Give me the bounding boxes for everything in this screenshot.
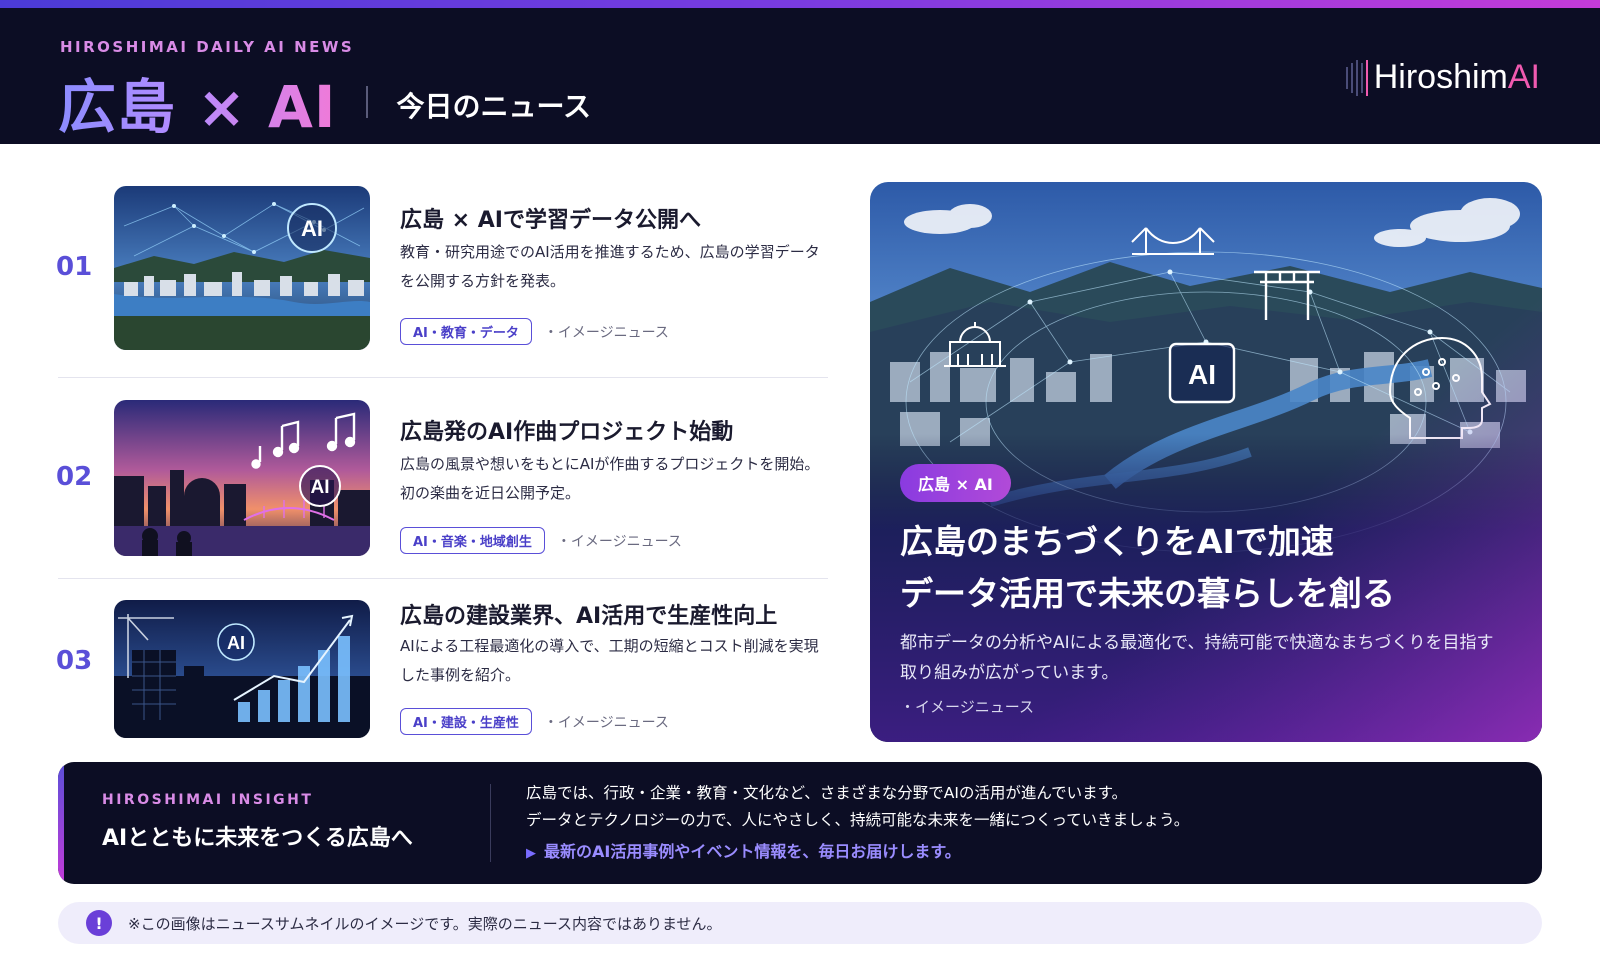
news-thumbnail-3[interactable]: AI [114, 600, 370, 738]
news-item-1[interactable]: 01 AI 広島 × AIで学習データ公開へ 教育・研究用途でのAI活用を推進す… [56, 186, 828, 366]
news-number: 03 [56, 646, 93, 676]
disclaimer-text: ※この画像はニュースサムネイルのイメージです。実際のニュース内容ではありません。 [128, 914, 722, 933]
news-source: ・イメージニュース [556, 533, 682, 550]
header-kicker: HIROSHIMAI DAILY AI NEWS [60, 38, 355, 56]
insight-link[interactable]: ▶ 最新のAI活用事例やイベント情報を、毎日お届けします。 [526, 838, 961, 862]
news-meta: AI・音楽・地域創生 ・イメージニュース [400, 527, 682, 554]
disclaimer-notice: ! ※この画像はニュースサムネイルのイメージです。実際のニュース内容ではありませ… [58, 902, 1542, 944]
news-item-3[interactable]: 03 AI 広島の建設業界、AI活用で生産性向上 AIによる工程最適化の導入で、… [56, 600, 828, 740]
feature-title-line-2: データ活用で未来の暮らしを創る [900, 574, 1395, 613]
insight-divider [490, 784, 491, 862]
news-tag[interactable]: AI・建設・生産性 [400, 708, 532, 735]
news-title[interactable]: 広島の建設業界、AI活用で生産性向上 [400, 598, 777, 630]
page-title: 広島 × AI [58, 60, 336, 144]
news-title[interactable]: 広島 × AIで学習データ公開へ [400, 202, 701, 234]
news-separator [58, 377, 828, 378]
insight-title: AIとともに未来をつくる広島へ [102, 826, 413, 851]
feature-title[interactable]: 広島のまちづくりをAIで加速 データ活用で未来の暮らしを創る [900, 516, 1520, 620]
title-divider [366, 86, 369, 118]
insight-body-line-1: 広島では、行政・企業・教育・文化など、さまざまな分野でAIの活用が進んでいます。 [526, 784, 1128, 802]
news-number: 02 [56, 462, 93, 492]
news-tag[interactable]: AI・教育・データ [400, 318, 532, 345]
feature-category-pill[interactable]: 広島 × AI [900, 464, 1011, 502]
insight-link-text: 最新のAI活用事例やイベント情報を、毎日お届けします。 [544, 842, 961, 861]
insight-body: 広島では、行政・企業・教育・文化など、さまざまな分野でAIの活用が進んでいます。… [526, 780, 1516, 834]
news-tag[interactable]: AI・音楽・地域創生 [400, 527, 545, 554]
news-number: 01 [56, 252, 93, 282]
logo-bars-icon [1345, 59, 1368, 96]
news-description: AIによる工程最適化の導入で、工期の短縮とコスト削減を実現した事例を紹介。 [400, 637, 819, 684]
news-thumbnail-2[interactable]: AI [114, 400, 370, 556]
thumb-ai-badge: AI [227, 633, 245, 653]
news-separator [58, 578, 828, 579]
thumb-ai-badge: AI [301, 216, 323, 241]
news-title[interactable]: 広島発のAI作曲プロジェクト始動 [400, 414, 733, 446]
news-item-2[interactable]: 02 AI 広島発のAI作曲プロジェクト始動 広島の風景や想いをもとにAIが作曲… [56, 400, 828, 580]
news-description: 広島の風景や想いをもとにAIが作曲するプロジェクトを開始。初の楽曲を近日公開予定… [400, 455, 820, 502]
page-header: HIROSHIMAI DAILY AI NEWS 広島 × AI 今日のニュース… [0, 8, 1600, 144]
alert-icon: ! [86, 910, 112, 936]
insight-body-line-2: データとテクノロジーの力で、人にやさしく、持続可能な未来を一緒につくっていきまし… [526, 811, 1190, 829]
news-thumbnail-1[interactable]: AI [114, 186, 370, 350]
news-source: ・イメージニュース [543, 324, 669, 341]
news-description: 教育・研究用途でのAI活用を推進するため、広島の学習データを公開する方針を発表。 [400, 243, 820, 290]
insight-accent-bar [58, 762, 64, 884]
page-subtitle: 今日のニュース [396, 90, 592, 123]
play-arrow-icon: ▶ [526, 846, 536, 861]
top-gradient-bar [0, 0, 1600, 8]
headline: 広島 × AI 今日のニュース [58, 62, 591, 142]
news-meta: AI・建設・生産性 ・イメージニュース [400, 708, 669, 735]
feature-source: ・イメージニュース [900, 698, 1034, 716]
brand-logo[interactable]: HiroshimAI [1345, 58, 1540, 97]
thumb-ai-badge: AI [311, 477, 330, 498]
news-meta: AI・教育・データ ・イメージニュース [400, 318, 669, 345]
news-source: ・イメージニュース [543, 714, 669, 731]
insight-banner: HIROSHIMAI INSIGHT AIとともに未来をつくる広島へ 広島では、… [58, 762, 1542, 884]
feature-title-line-1: 広島のまちづくりをAIで加速 [900, 522, 1334, 561]
logo-text: HiroshimAI [1373, 58, 1540, 96]
insight-kicker: HIROSHIMAI INSIGHT [102, 792, 314, 808]
feature-description: 都市データの分析やAIによる最適化で、持続可能で快適なまちづくりを目指す取り組み… [900, 633, 1494, 683]
feature-card[interactable]: AI 広島 × AI 広島のまちづくりをAIで加速 データ活用で未来の暮らしを創… [870, 182, 1542, 742]
